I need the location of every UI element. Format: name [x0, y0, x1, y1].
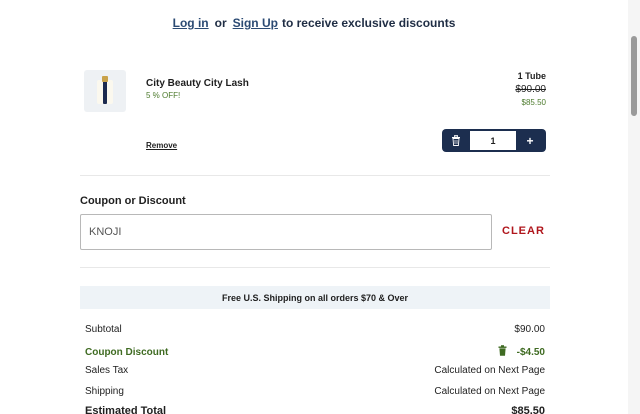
product-variant: 1 Tube [517, 71, 546, 81]
login-signup-banner: Log in or Sign Up to receive exclusive disc… [0, 16, 628, 30]
section-divider [80, 267, 550, 268]
sales-tax-row: Sales Tax Calculated on Next Page [85, 365, 545, 376]
clear-coupon-button[interactable]: CLEAR [502, 225, 545, 237]
estimated-total-label: Estimated Total [85, 405, 167, 414]
quantity-input[interactable]: 1 [470, 131, 516, 150]
sales-tax-label: Sales Tax [85, 365, 129, 376]
discount-label: Coupon Discount [85, 346, 169, 358]
subtotal-label: Subtotal [85, 324, 122, 335]
signup-link[interactable]: Sign Up [233, 16, 278, 30]
quantity-stepper: 1 + [442, 129, 546, 152]
increment-button[interactable]: + [516, 129, 544, 152]
coupon-input[interactable] [80, 214, 492, 250]
estimated-total-row: Estimated Total $85.50 [85, 405, 545, 414]
or-text: or [214, 16, 227, 30]
scrollbar-thumb[interactable] [631, 36, 637, 116]
login-link[interactable]: Log in [173, 16, 209, 30]
coupon-section-title: Coupon or Discount [80, 195, 186, 207]
trash-icon [452, 135, 460, 146]
sale-price: $85.50 [521, 98, 546, 107]
section-divider [80, 175, 550, 176]
cart-item: City Beauty City Lash 5 % OFF! Remove 1 … [80, 68, 550, 178]
page-scrollbar[interactable] [628, 0, 640, 414]
free-shipping-banner: Free U.S. Shipping on all orders $70 & O… [80, 286, 550, 309]
product-tube-cap [102, 76, 108, 82]
estimated-total-value: $85.50 [511, 405, 545, 414]
original-price: $90.00 [515, 84, 546, 95]
shipping-row: Shipping Calculated on Next Page [85, 386, 545, 397]
banner-tail-text: to receive exclusive discounts [281, 16, 456, 30]
subtotal-row: Subtotal $90.00 [85, 324, 545, 335]
product-thumbnail[interactable] [84, 70, 126, 112]
sales-tax-value: Calculated on Next Page [434, 365, 545, 376]
trash-icon [498, 345, 507, 356]
decrement-delete-button[interactable] [442, 129, 470, 152]
shipping-value: Calculated on Next Page [434, 386, 545, 397]
remove-discount-button[interactable] [498, 345, 507, 359]
product-name[interactable]: City Beauty City Lash [146, 78, 249, 89]
plus-icon: + [526, 133, 534, 148]
subtotal-value: $90.00 [514, 324, 545, 335]
coupon-discount-row: Coupon Discount -$4.50 [85, 345, 545, 359]
discount-value: -$4.50 [516, 346, 545, 358]
product-sale-text: 5 % OFF! [146, 91, 181, 100]
shipping-label: Shipping [85, 386, 124, 397]
remove-item-link[interactable]: Remove [146, 141, 177, 150]
